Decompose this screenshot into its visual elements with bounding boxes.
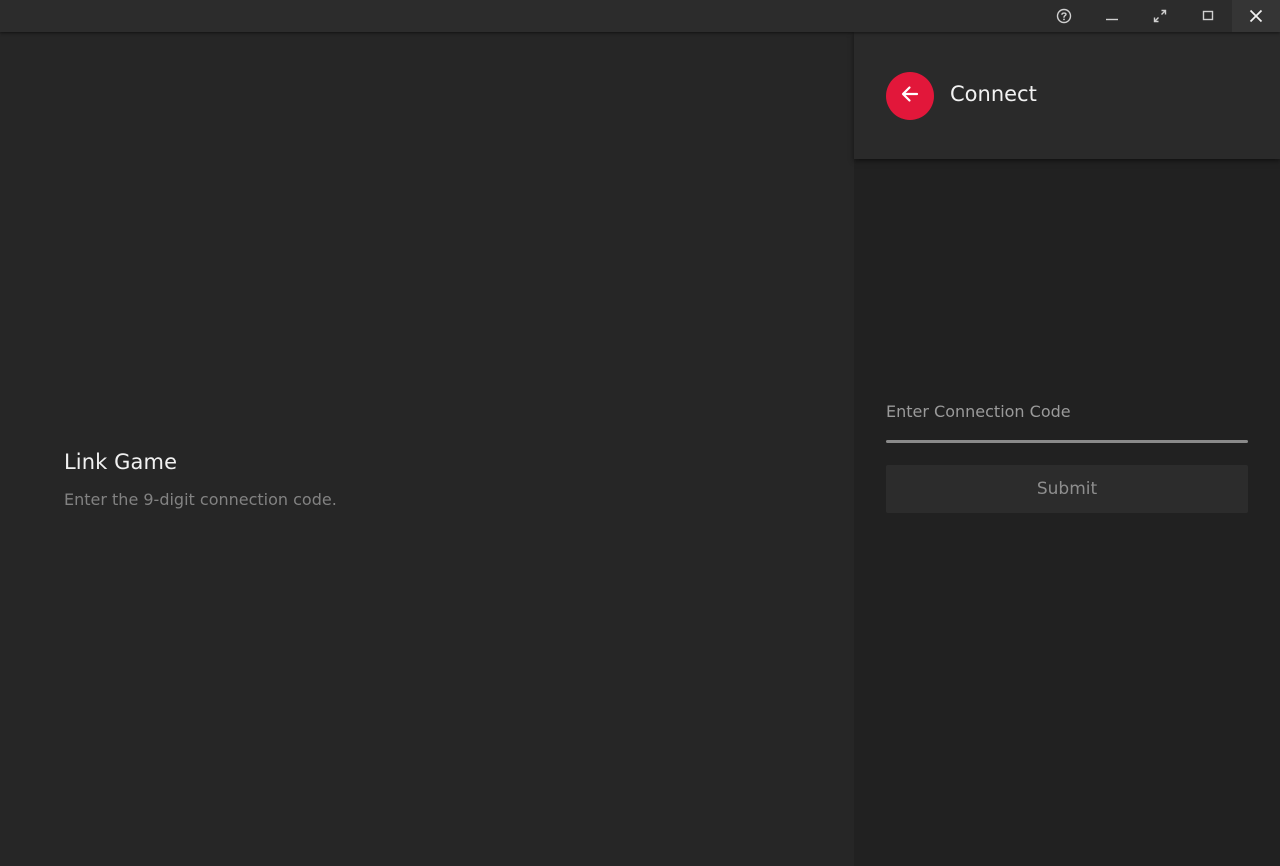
connect-header: Connect (854, 32, 1280, 159)
minimize-icon (1105, 9, 1119, 23)
back-arrow-icon (899, 83, 921, 109)
minimize-button[interactable] (1088, 0, 1136, 32)
submit-button[interactable]: Submit (886, 465, 1248, 513)
app-window: Link Game Enter the 9-digit connection c… (0, 0, 1280, 866)
maximize-icon (1201, 9, 1215, 23)
back-button[interactable] (886, 72, 934, 120)
connect-panel: Connect Enter Connection Code Submit (854, 32, 1280, 866)
connect-title: Connect (950, 82, 1037, 106)
help-icon (1056, 8, 1072, 24)
title-bar (0, 0, 1280, 32)
main-pane: Link Game Enter the 9-digit connection c… (0, 32, 854, 866)
connection-code-underline (886, 440, 1248, 443)
connection-code-input[interactable] (886, 410, 1248, 440)
fullscreen-icon (1152, 8, 1168, 24)
close-button[interactable] (1232, 0, 1280, 32)
close-icon (1248, 8, 1264, 24)
help-button[interactable] (1040, 0, 1088, 32)
maximize-button[interactable] (1184, 0, 1232, 32)
link-game-subtitle: Enter the 9-digit connection code. (64, 490, 337, 509)
link-game-title: Link Game (64, 450, 178, 474)
fullscreen-button[interactable] (1136, 0, 1184, 32)
